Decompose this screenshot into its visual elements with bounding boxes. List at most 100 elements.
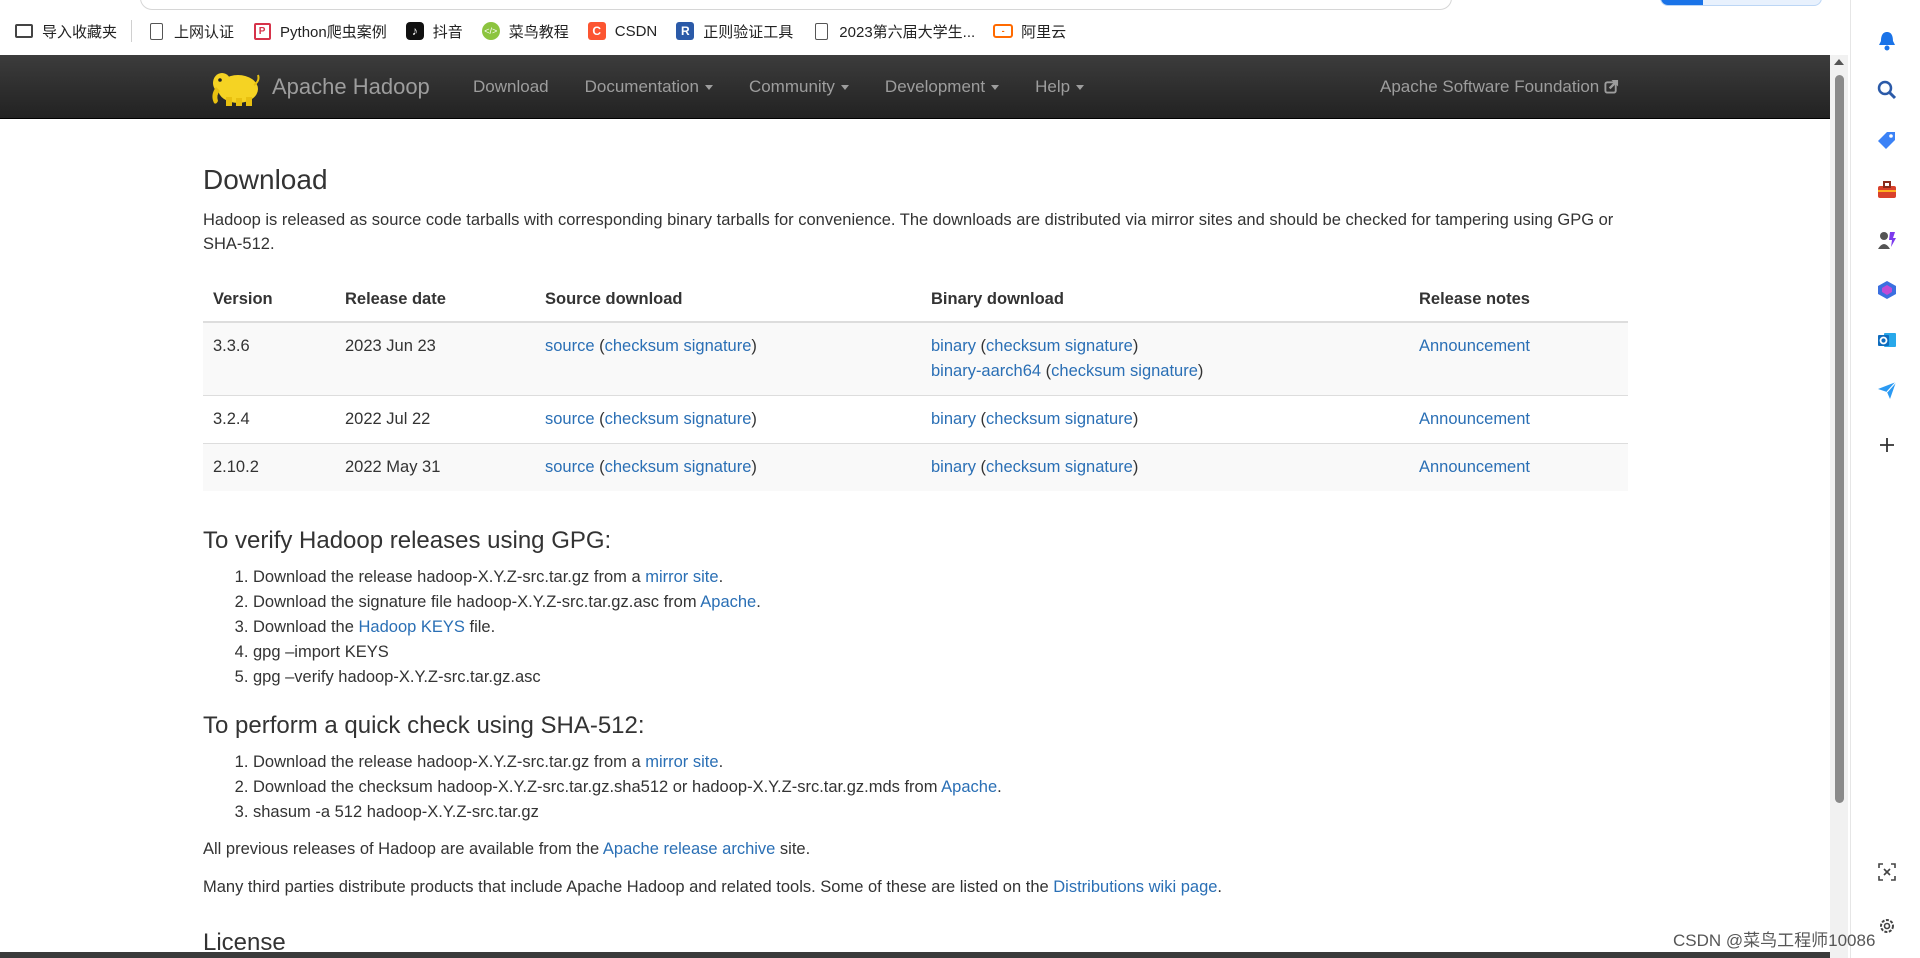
- signature-link[interactable]: signature: [684, 410, 752, 428]
- announcement-link[interactable]: Announcement: [1419, 458, 1530, 476]
- caret-down-icon: [840, 84, 849, 90]
- office-icon[interactable]: [1876, 279, 1898, 301]
- hadoop-keys-link[interactable]: Hadoop KEYS: [359, 618, 465, 636]
- mirror-site-link[interactable]: mirror site: [645, 753, 718, 771]
- binary-aarch64-link[interactable]: binary-aarch64: [931, 362, 1041, 380]
- outlook-icon[interactable]: [1876, 329, 1898, 351]
- distributions-wiki-link[interactable]: Distributions wiki page: [1053, 878, 1217, 896]
- add-icon[interactable]: [1876, 434, 1898, 456]
- bookmark-regex[interactable]: R 正则验证工具: [675, 21, 793, 42]
- screenshot-icon[interactable]: [1876, 861, 1898, 883]
- tag-icon[interactable]: [1876, 129, 1898, 151]
- list-item: Download the release hadoop-X.Y.Z-src.ta…: [253, 565, 1628, 590]
- games-icon[interactable]: [1876, 229, 1898, 251]
- bookmark-web-auth[interactable]: 上网认证: [146, 21, 234, 42]
- signature-link[interactable]: signature: [684, 337, 752, 355]
- nav-label: Community: [748, 76, 835, 96]
- step-text: .: [997, 778, 1002, 796]
- brand-link[interactable]: Apache Hadoop: [208, 63, 430, 111]
- source-link[interactable]: source: [545, 458, 595, 476]
- step-text: shasum -a 512 hadoop-X.Y.Z-src.tar.gz: [253, 803, 539, 821]
- checksum-link[interactable]: checksum: [986, 337, 1060, 355]
- tiktok-icon: ♪: [405, 21, 425, 41]
- external-link-icon: [1604, 79, 1619, 94]
- announcement-link[interactable]: Announcement: [1419, 410, 1530, 428]
- gpg-heading: To verify Hadoop releases using GPG:: [203, 527, 612, 554]
- nav-links: Download Documentation Community Develop…: [455, 55, 1102, 118]
- binary-cell: binary (checksum signature): [921, 395, 1409, 444]
- nav-help[interactable]: Help: [1017, 77, 1102, 97]
- bookmark-import[interactable]: 导入收藏夹: [14, 21, 117, 42]
- checksum-link[interactable]: checksum: [605, 410, 679, 428]
- date-cell: 2022 May 31: [335, 443, 535, 491]
- source-link[interactable]: source: [545, 337, 595, 355]
- binary-link[interactable]: binary: [931, 458, 976, 476]
- notes-cell: Announcement: [1409, 395, 1628, 444]
- settings-icon[interactable]: [1876, 915, 1898, 937]
- list-item: gpg –verify hadoop-X.Y.Z-src.tar.gz.asc: [253, 665, 1628, 690]
- bookmark-contest[interactable]: 2023第六届大学生...: [811, 21, 975, 42]
- binary-link[interactable]: binary: [931, 337, 976, 355]
- browser-sidebar: [1850, 0, 1920, 958]
- step-text: Download the checksum hadoop-X.Y.Z-src.t…: [253, 778, 942, 796]
- vertical-scrollbar[interactable]: [1830, 55, 1848, 958]
- checksum-link[interactable]: checksum: [1051, 362, 1125, 380]
- profile-pill[interactable]: [1660, 0, 1822, 6]
- bookmark-runoob[interactable]: </> 菜鸟教程: [481, 21, 569, 42]
- para-text: site.: [775, 840, 811, 858]
- bookmark-label: Python爬虫案例: [280, 23, 387, 41]
- signature-link[interactable]: signature: [1130, 362, 1198, 380]
- address-bar[interactable]: [140, 0, 1452, 10]
- asf-link[interactable]: Apache Software Foundation: [1380, 55, 1619, 118]
- bookmark-csdn[interactable]: C CSDN: [587, 21, 658, 41]
- bottom-edge: [0, 952, 1830, 958]
- nav-download[interactable]: Download: [455, 77, 567, 97]
- bookmark-label: 菜鸟教程: [508, 23, 569, 41]
- binary-link[interactable]: binary: [931, 410, 976, 428]
- nav-community[interactable]: Community: [731, 77, 867, 97]
- para-text: All previous releases of Hadoop are avai…: [203, 840, 603, 858]
- source-cell: source (checksum signature): [535, 321, 921, 396]
- bookmark-douyin[interactable]: ♪ 抖音: [405, 21, 463, 42]
- nav-documentation[interactable]: Documentation: [567, 77, 731, 97]
- source-cell: source (checksum signature): [535, 443, 921, 491]
- scroll-up-arrow-icon[interactable]: [1834, 59, 1844, 65]
- mirror-site-link[interactable]: mirror site: [645, 568, 718, 586]
- bookmark-python[interactable]: P Python爬虫案例: [252, 21, 387, 42]
- apache-link[interactable]: Apache: [941, 778, 997, 796]
- scroll-thumb[interactable]: [1835, 75, 1844, 803]
- checksum-link[interactable]: checksum: [986, 458, 1060, 476]
- bookmark-label: CSDN: [614, 22, 658, 40]
- csdn-icon: C: [587, 21, 607, 41]
- signature-link[interactable]: signature: [1065, 410, 1133, 428]
- send-icon[interactable]: [1876, 379, 1898, 401]
- table-row: 3.2.4 2022 Jul 22 source (checksum signa…: [203, 395, 1628, 444]
- aliyun-icon: -: [993, 21, 1014, 41]
- caret-down-icon: [704, 84, 713, 90]
- bell-icon[interactable]: [1876, 30, 1898, 52]
- list-item: gpg –import KEYS: [253, 640, 1628, 665]
- step-text: .: [756, 593, 761, 611]
- source-link[interactable]: source: [545, 410, 595, 428]
- binary-cell: binary (checksum signature): [921, 443, 1409, 491]
- brand-text: Apache Hadoop: [272, 74, 430, 99]
- announcement-link[interactable]: Announcement: [1419, 337, 1530, 355]
- checksum-link[interactable]: checksum: [605, 337, 679, 355]
- signature-link[interactable]: signature: [1065, 337, 1133, 355]
- search-icon[interactable]: [1876, 79, 1898, 101]
- main-content: Download Hadoop is released as source co…: [203, 118, 1628, 957]
- nav-label: Development: [884, 76, 986, 96]
- bookmark-label: 抖音: [432, 23, 463, 41]
- bookmark-aliyun[interactable]: - 阿里云: [993, 21, 1066, 42]
- toolbox-icon[interactable]: [1876, 179, 1898, 201]
- apache-link[interactable]: Apache: [700, 593, 756, 611]
- signature-link[interactable]: signature: [684, 458, 752, 476]
- bookmark-separator: [131, 20, 133, 42]
- checksum-link[interactable]: checksum: [605, 458, 679, 476]
- release-archive-link[interactable]: Apache release archive: [603, 840, 775, 858]
- table-header-row: Version Release date Source download Bin…: [203, 276, 1628, 323]
- checksum-link[interactable]: checksum: [986, 410, 1060, 428]
- nav-development[interactable]: Development: [867, 77, 1017, 97]
- signature-link[interactable]: signature: [1065, 458, 1133, 476]
- para-text: .: [1217, 878, 1223, 896]
